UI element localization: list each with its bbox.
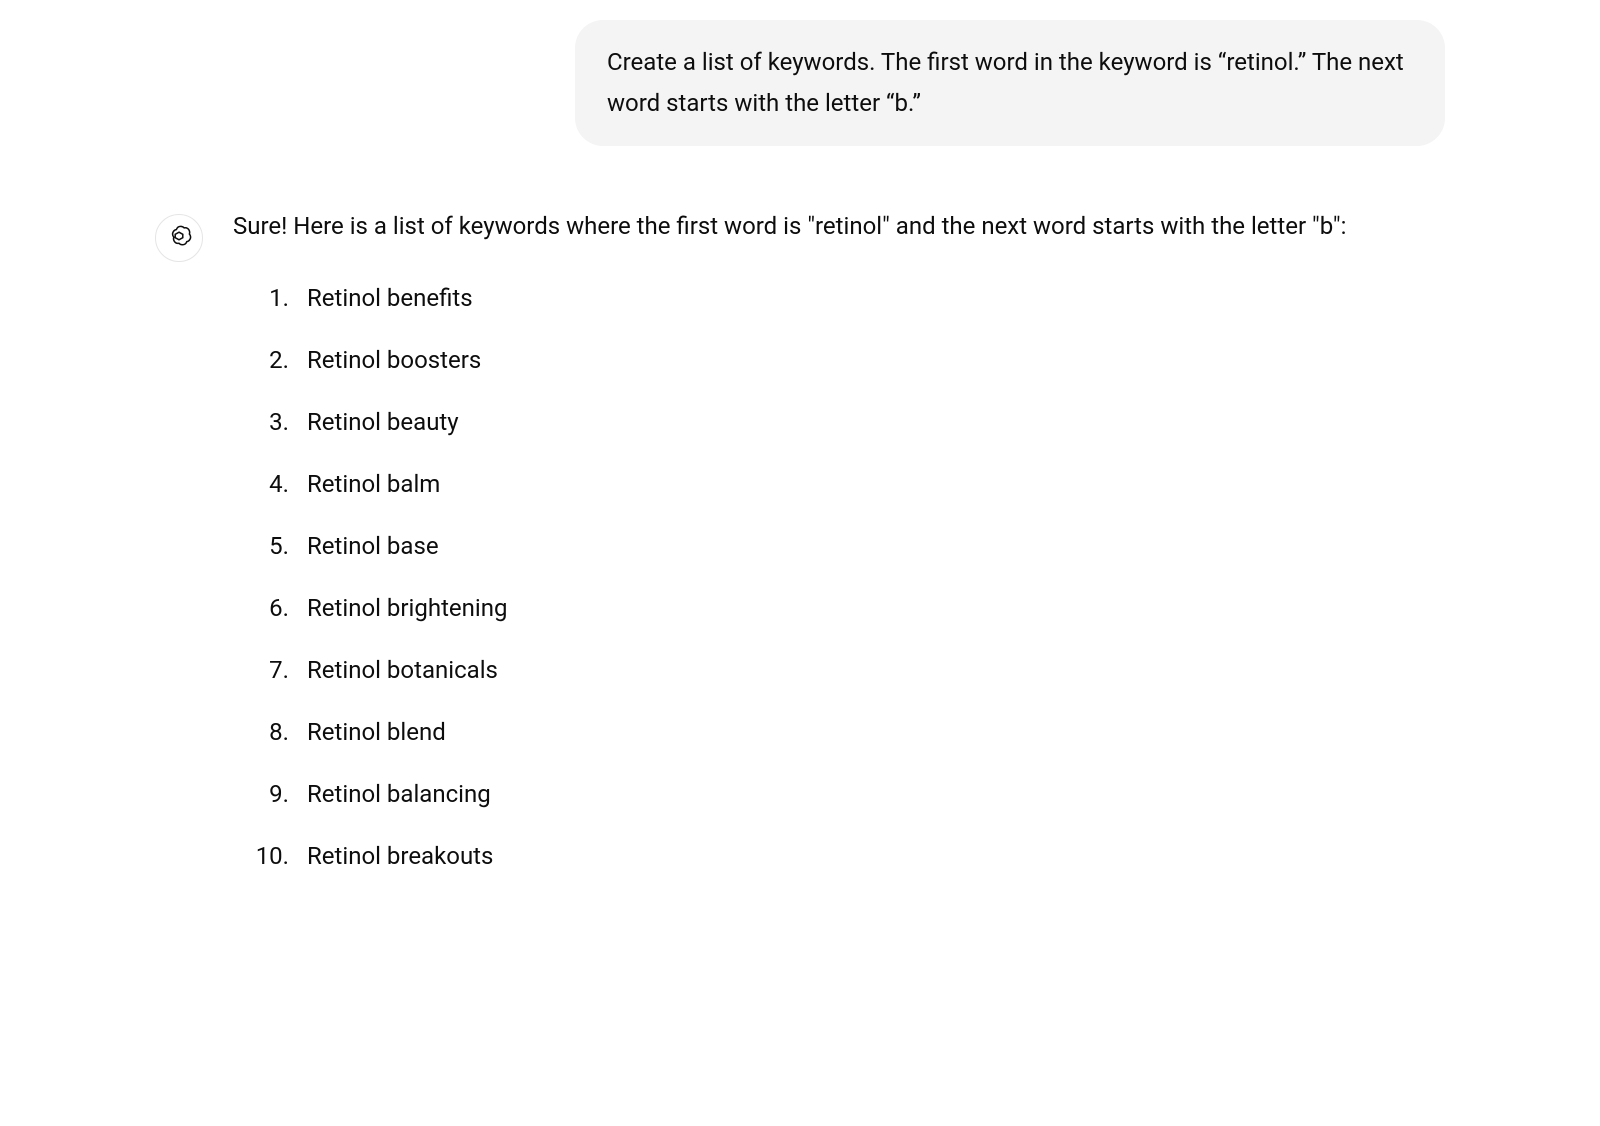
list-number: 10. [247, 838, 289, 874]
user-message-row: Create a list of keywords. The first wor… [155, 20, 1445, 146]
list-number: 8. [247, 714, 289, 750]
assistant-content: Sure! Here is a list of keywords where t… [233, 206, 1445, 901]
list-item: 8. Retinol blend [247, 714, 1445, 750]
list-item: 3. Retinol beauty [247, 404, 1445, 440]
list-number: 6. [247, 590, 289, 626]
list-text: Retinol blend [307, 714, 446, 750]
assistant-intro-text: Sure! Here is a list of keywords where t… [233, 206, 1445, 247]
list-text: Retinol balm [307, 466, 440, 502]
assistant-message-row: Sure! Here is a list of keywords where t… [155, 206, 1445, 901]
list-number: 2. [247, 342, 289, 378]
list-number: 1. [247, 280, 289, 316]
list-item: 10. Retinol breakouts [247, 838, 1445, 874]
openai-logo-icon [166, 223, 192, 253]
list-text: Retinol botanicals [307, 652, 498, 688]
list-text: Retinol boosters [307, 342, 481, 378]
list-item: 2. Retinol boosters [247, 342, 1445, 378]
list-number: 3. [247, 404, 289, 440]
user-message-text: Create a list of keywords. The first wor… [607, 48, 1404, 117]
keyword-list: 1. Retinol benefits 2. Retinol boosters 3.… [233, 280, 1445, 874]
assistant-avatar [155, 214, 203, 262]
list-text: Retinol benefits [307, 280, 473, 316]
list-number: 9. [247, 776, 289, 812]
list-item: 4. Retinol balm [247, 466, 1445, 502]
list-item: 1. Retinol benefits [247, 280, 1445, 316]
list-text: Retinol breakouts [307, 838, 493, 874]
list-text: Retinol balancing [307, 776, 491, 812]
list-item: 7. Retinol botanicals [247, 652, 1445, 688]
chat-container: Create a list of keywords. The first wor… [155, 20, 1445, 900]
list-text: Retinol brightening [307, 590, 507, 626]
list-item: 9. Retinol balancing [247, 776, 1445, 812]
list-number: 4. [247, 466, 289, 502]
list-text: Retinol base [307, 528, 439, 564]
list-number: 5. [247, 528, 289, 564]
list-item: 6. Retinol brightening [247, 590, 1445, 626]
list-item: 5. Retinol base [247, 528, 1445, 564]
list-text: Retinol beauty [307, 404, 459, 440]
user-message-bubble[interactable]: Create a list of keywords. The first wor… [575, 20, 1445, 146]
list-number: 7. [247, 652, 289, 688]
